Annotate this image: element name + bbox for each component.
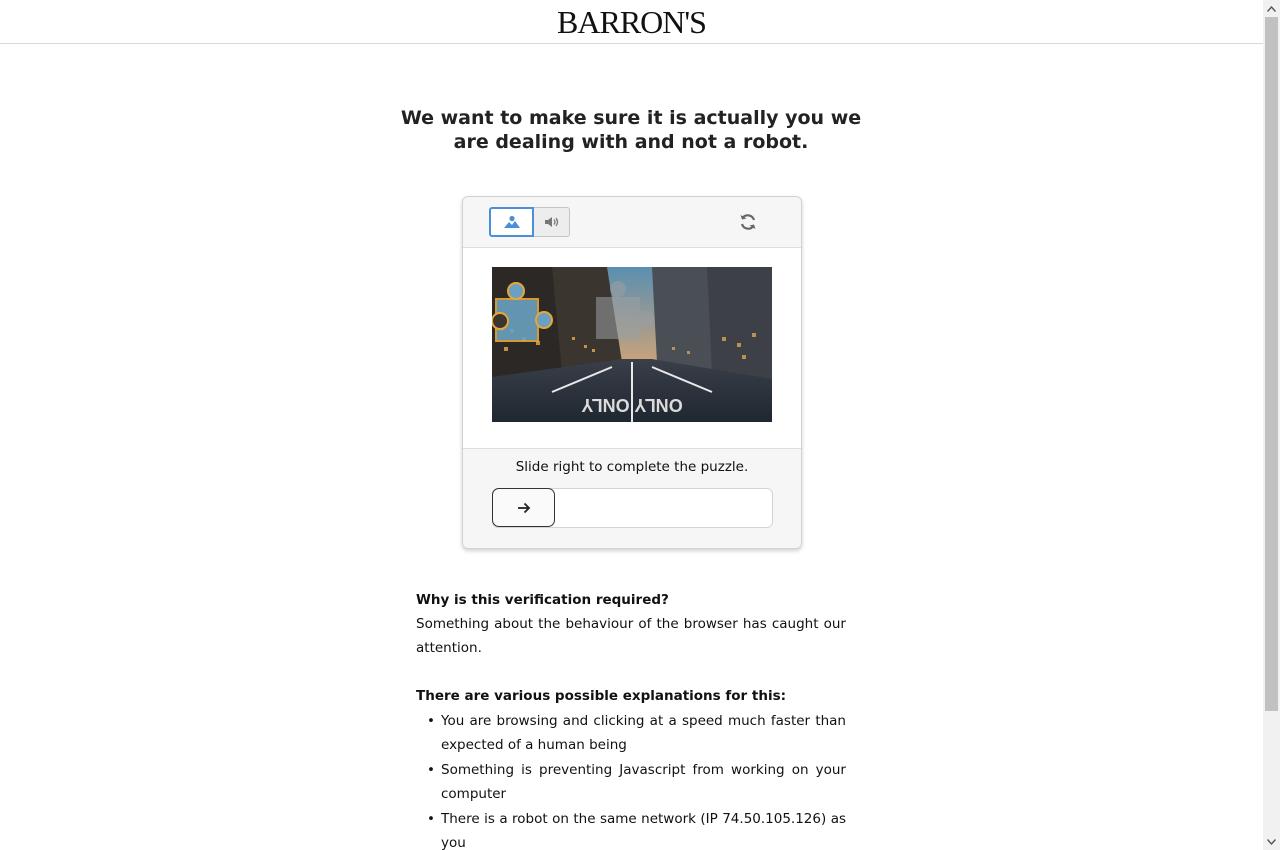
page: BARRON'S We want to make sure it is actu… [0,0,1263,850]
image-icon [503,215,520,228]
slider-handle[interactable] [492,488,555,527]
vertical-scrollbar[interactable] [1263,0,1280,850]
puzzle-image: ONLY ONLY [492,267,772,422]
site-header: BARRON'S [0,0,1263,44]
audio-mode-button[interactable] [534,207,570,237]
reasons-heading: There are various possible explanations … [416,688,787,704]
reason-text: There is a robot on the same network (IP… [441,811,846,850]
list-item: • There is a robot on the same network (I… [427,811,846,850]
scroll-down-arrow-icon[interactable] [1263,833,1280,850]
reason-text: Something is preventing Javascript from … [441,762,846,802]
refresh-icon [740,214,756,230]
reason-text: You are browsing and clicking at a speed… [441,713,846,753]
slider-instruction: Slide right to complete the puzzle. [515,459,749,475]
refresh-button[interactable] [736,211,760,233]
why-heading: Why is this verification required? [416,592,669,608]
scroll-thumb[interactable] [1265,17,1278,711]
reasons-list: • You are browsing and clicking at a spee… [416,709,846,850]
road-text: ONLY ONLY [581,395,682,415]
speaker-icon [544,217,558,227]
captcha-image-area: ONLY ONLY [463,248,801,449]
captcha-toolbar [463,197,801,248]
verification-explanation: Why is this verification required? Somet… [416,588,846,850]
list-item: • Something is preventing Javascript from… [427,762,846,802]
barrons-logo[interactable]: BARRON'S [0,5,1263,39]
page-title: We want to make sure it is actually you … [400,107,862,153]
captcha-widget: ONLY ONLY Slide right to complete the pu… [462,196,802,549]
list-item: • You are browsing and clicking at a spee… [427,713,846,753]
captcha-slider-area: Slide right to complete the puzzle. [463,449,801,548]
image-mode-button[interactable] [489,207,534,237]
arrow-right-icon [517,502,530,513]
scroll-up-arrow-icon[interactable] [1263,0,1280,17]
why-text: Something about the behaviour of the bro… [416,616,846,656]
captcha-mode-toggle [489,207,570,237]
